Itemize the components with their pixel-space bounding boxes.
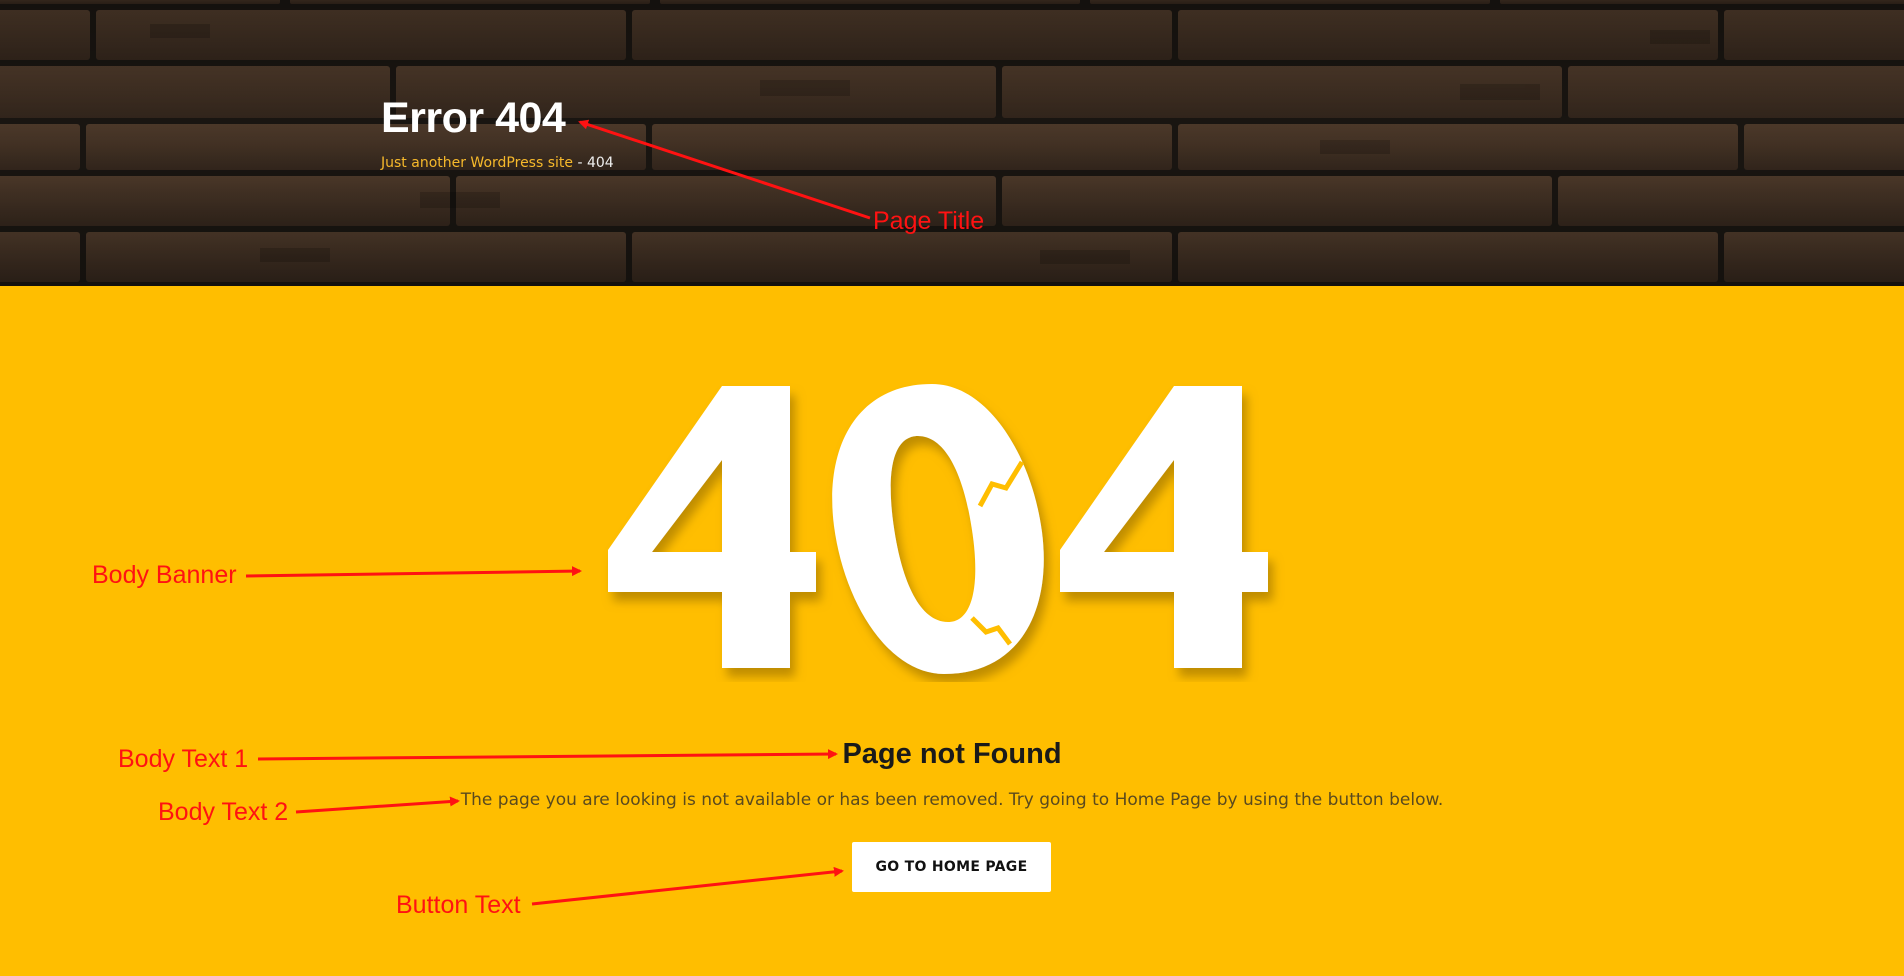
banner-digit-four-right [1060, 386, 1268, 668]
banner-digit-four-left [608, 386, 816, 668]
breadcrumb-separator: - [577, 155, 587, 171]
annotation-label-button-text: Button Text [396, 891, 521, 919]
annotation-label-body-text-2: Body Text 2 [158, 798, 289, 826]
main-content: 404 Page not Found The page you are look… [0, 286, 1904, 976]
breadcrumb-home-link[interactable]: Just another WordPress site [381, 155, 573, 171]
breadcrumb: Just another WordPress site - 404 [381, 155, 614, 171]
page-title: Error 404 [381, 94, 566, 142]
annotation-label-page-title: Page Title [873, 207, 985, 235]
page-header: Error 404 Just another WordPress site - … [0, 0, 1904, 286]
annotation-label-body-text-1: Body Text 1 [118, 745, 249, 773]
banner-cracked-zero [832, 384, 1044, 674]
go-to-home-button[interactable]: GO TO HOME PAGE [852, 842, 1051, 892]
header-overlay [0, 0, 1904, 286]
breadcrumb-current: 404 [586, 155, 614, 171]
error-404-banner: 404 [608, 384, 1268, 674]
not-found-heading: Page not Found [842, 738, 1062, 770]
annotation-label-body-banner: Body Banner [92, 561, 237, 589]
